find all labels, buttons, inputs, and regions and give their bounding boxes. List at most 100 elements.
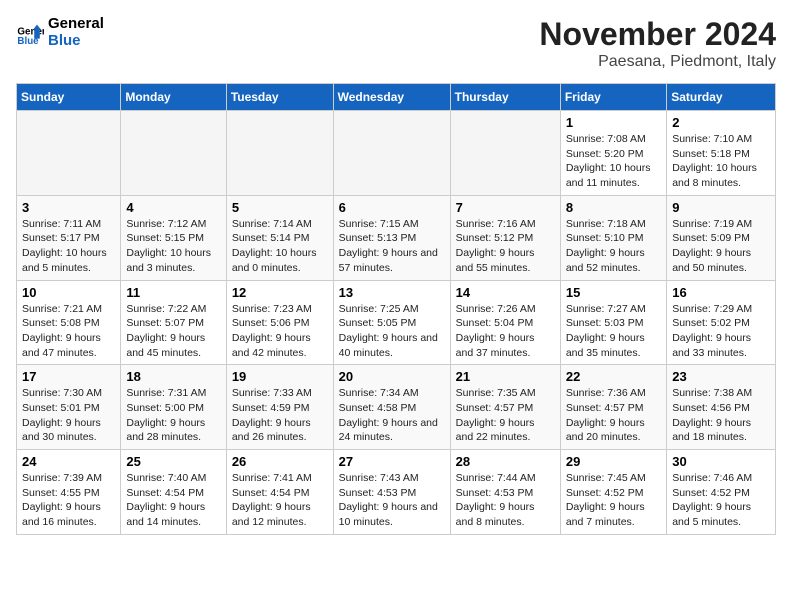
title-area: November 2024 Paesana, Piedmont, Italy xyxy=(539,16,776,71)
calendar-cell: 18 Sunrise: 7:31 AM Sunset: 5:00 PM Dayli… xyxy=(121,365,226,450)
day-number: 18 xyxy=(126,369,220,384)
calendar-cell: 3Sunrise: 7:11 AM Sunset: 5:17 PM Daylig… xyxy=(17,195,121,280)
day-info: Sunrise: 7:23 AM Sunset: 5:06 PM Dayligh… xyxy=(232,302,328,361)
calendar-cell: 20Sunrise: 7:34 AM Sunset: 4:58 PM Dayli… xyxy=(333,365,450,450)
day-number: 22 xyxy=(566,369,661,384)
day-info: Sunrise: 7:44 AM Sunset: 4:53 PM Dayligh… xyxy=(456,471,555,530)
calendar-cell: 4 Sunrise: 7:12 AM Sunset: 5:15 PM Daylig… xyxy=(121,195,226,280)
day-info: Sunrise: 7:35 AM Sunset: 4:57 PM Dayligh… xyxy=(456,386,555,445)
day-info: Sunrise: 7:39 AM Sunset: 4:55 PM Dayligh… xyxy=(22,471,115,530)
calendar-cell: 24 Sunrise: 7:39 AM Sunset: 4:55 PM Dayli… xyxy=(17,450,121,535)
day-info: Sunrise: 7:12 AM Sunset: 5:15 PM Dayligh… xyxy=(126,217,220,276)
calendar-cell: 23Sunrise: 7:38 AM Sunset: 4:56 PM Dayli… xyxy=(667,365,776,450)
calendar-week-row: 3Sunrise: 7:11 AM Sunset: 5:17 PM Daylig… xyxy=(17,195,776,280)
calendar-cell: 26 Sunrise: 7:41 AM Sunset: 4:54 PM Dayli… xyxy=(226,450,333,535)
day-number: 27 xyxy=(339,454,445,469)
calendar-cell: 19Sunrise: 7:33 AM Sunset: 4:59 PM Dayli… xyxy=(226,365,333,450)
day-number: 17 xyxy=(22,369,115,384)
day-info: Sunrise: 7:15 AM Sunset: 5:13 PM Dayligh… xyxy=(339,217,445,276)
weekday-header: Saturday xyxy=(667,84,776,111)
calendar-cell xyxy=(333,111,450,196)
calendar-cell: 15 Sunrise: 7:27 AM Sunset: 5:03 PM Dayli… xyxy=(560,280,666,365)
calendar-cell: 21 Sunrise: 7:35 AM Sunset: 4:57 PM Dayli… xyxy=(450,365,560,450)
day-number: 28 xyxy=(456,454,555,469)
day-info: Sunrise: 7:27 AM Sunset: 5:03 PM Dayligh… xyxy=(566,302,661,361)
day-number: 4 xyxy=(126,200,220,215)
day-info: Sunrise: 7:45 AM Sunset: 4:52 PM Dayligh… xyxy=(566,471,661,530)
day-info: Sunrise: 7:34 AM Sunset: 4:58 PM Dayligh… xyxy=(339,386,445,445)
calendar-cell: 5Sunrise: 7:14 AM Sunset: 5:14 PM Daylig… xyxy=(226,195,333,280)
calendar-week-row: 24 Sunrise: 7:39 AM Sunset: 4:55 PM Dayli… xyxy=(17,450,776,535)
day-number: 1 xyxy=(566,115,661,130)
calendar-cell: 11Sunrise: 7:22 AM Sunset: 5:07 PM Dayli… xyxy=(121,280,226,365)
day-number: 13 xyxy=(339,285,445,300)
day-number: 8 xyxy=(566,200,661,215)
calendar-cell: 8Sunrise: 7:18 AM Sunset: 5:10 PM Daylig… xyxy=(560,195,666,280)
day-info: Sunrise: 7:33 AM Sunset: 4:59 PM Dayligh… xyxy=(232,386,328,445)
calendar-cell: 1 Sunrise: 7:08 AM Sunset: 5:20 PM Daylig… xyxy=(560,111,666,196)
calendar-cell xyxy=(226,111,333,196)
calendar-cell: 27 Sunrise: 7:43 AM Sunset: 4:53 PM Dayli… xyxy=(333,450,450,535)
day-number: 2 xyxy=(672,115,770,130)
page-header: General Blue General Blue November 2024 … xyxy=(16,16,776,71)
day-info: Sunrise: 7:25 AM Sunset: 5:05 PM Dayligh… xyxy=(339,302,445,361)
day-number: 24 xyxy=(22,454,115,469)
calendar-cell: 14 Sunrise: 7:26 AM Sunset: 5:04 PM Dayli… xyxy=(450,280,560,365)
calendar-cell: 10Sunrise: 7:21 AM Sunset: 5:08 PM Dayli… xyxy=(17,280,121,365)
calendar-week-row: 17 Sunrise: 7:30 AM Sunset: 5:01 PM Dayli… xyxy=(17,365,776,450)
weekday-header: Friday xyxy=(560,84,666,111)
weekday-header: Monday xyxy=(121,84,226,111)
day-info: Sunrise: 7:31 AM Sunset: 5:00 PM Dayligh… xyxy=(126,386,220,445)
calendar-cell: 13 Sunrise: 7:25 AM Sunset: 5:05 PM Dayli… xyxy=(333,280,450,365)
day-number: 3 xyxy=(22,200,115,215)
day-number: 14 xyxy=(456,285,555,300)
calendar-cell: 22 Sunrise: 7:36 AM Sunset: 4:57 PM Dayli… xyxy=(560,365,666,450)
day-info: Sunrise: 7:08 AM Sunset: 5:20 PM Dayligh… xyxy=(566,132,661,191)
day-info: Sunrise: 7:30 AM Sunset: 5:01 PM Dayligh… xyxy=(22,386,115,445)
day-number: 6 xyxy=(339,200,445,215)
day-info: Sunrise: 7:19 AM Sunset: 5:09 PM Dayligh… xyxy=(672,217,770,276)
calendar-cell: 29 Sunrise: 7:45 AM Sunset: 4:52 PM Dayli… xyxy=(560,450,666,535)
day-info: Sunrise: 7:10 AM Sunset: 5:18 PM Dayligh… xyxy=(672,132,770,191)
calendar-cell: 12 Sunrise: 7:23 AM Sunset: 5:06 PM Dayli… xyxy=(226,280,333,365)
day-number: 23 xyxy=(672,369,770,384)
calendar-cell: 2 Sunrise: 7:10 AM Sunset: 5:18 PM Daylig… xyxy=(667,111,776,196)
day-number: 12 xyxy=(232,285,328,300)
calendar-week-row: 1 Sunrise: 7:08 AM Sunset: 5:20 PM Daylig… xyxy=(17,111,776,196)
weekday-header: Thursday xyxy=(450,84,560,111)
calendar-cell xyxy=(121,111,226,196)
day-info: Sunrise: 7:14 AM Sunset: 5:14 PM Dayligh… xyxy=(232,217,328,276)
day-info: Sunrise: 7:43 AM Sunset: 4:53 PM Dayligh… xyxy=(339,471,445,530)
day-info: Sunrise: 7:36 AM Sunset: 4:57 PM Dayligh… xyxy=(566,386,661,445)
weekday-header: Tuesday xyxy=(226,84,333,111)
calendar-header-row: SundayMondayTuesdayWednesdayThursdayFrid… xyxy=(17,84,776,111)
day-info: Sunrise: 7:41 AM Sunset: 4:54 PM Dayligh… xyxy=(232,471,328,530)
day-info: Sunrise: 7:21 AM Sunset: 5:08 PM Dayligh… xyxy=(22,302,115,361)
day-number: 30 xyxy=(672,454,770,469)
day-number: 7 xyxy=(456,200,555,215)
calendar-cell: 30Sunrise: 7:46 AM Sunset: 4:52 PM Dayli… xyxy=(667,450,776,535)
month-title: November 2024 xyxy=(539,16,776,53)
calendar-cell xyxy=(17,111,121,196)
calendar-cell: 25 Sunrise: 7:40 AM Sunset: 4:54 PM Dayli… xyxy=(121,450,226,535)
day-number: 15 xyxy=(566,285,661,300)
logo-text-general: General xyxy=(48,16,104,33)
day-info: Sunrise: 7:40 AM Sunset: 4:54 PM Dayligh… xyxy=(126,471,220,530)
day-number: 9 xyxy=(672,200,770,215)
day-number: 26 xyxy=(232,454,328,469)
calendar-cell: 7Sunrise: 7:16 AM Sunset: 5:12 PM Daylig… xyxy=(450,195,560,280)
day-number: 25 xyxy=(126,454,220,469)
day-number: 21 xyxy=(456,369,555,384)
calendar-week-row: 10Sunrise: 7:21 AM Sunset: 5:08 PM Dayli… xyxy=(17,280,776,365)
calendar-cell: 6 Sunrise: 7:15 AM Sunset: 5:13 PM Daylig… xyxy=(333,195,450,280)
day-number: 29 xyxy=(566,454,661,469)
calendar-cell: 9 Sunrise: 7:19 AM Sunset: 5:09 PM Daylig… xyxy=(667,195,776,280)
calendar-cell xyxy=(450,111,560,196)
day-info: Sunrise: 7:26 AM Sunset: 5:04 PM Dayligh… xyxy=(456,302,555,361)
weekday-header: Sunday xyxy=(17,84,121,111)
calendar-cell: 17 Sunrise: 7:30 AM Sunset: 5:01 PM Dayli… xyxy=(17,365,121,450)
logo-text-blue: Blue xyxy=(48,33,104,50)
calendar-cell: 28 Sunrise: 7:44 AM Sunset: 4:53 PM Dayli… xyxy=(450,450,560,535)
calendar-table: SundayMondayTuesdayWednesdayThursdayFrid… xyxy=(16,83,776,535)
logo-icon: General Blue xyxy=(16,19,44,47)
